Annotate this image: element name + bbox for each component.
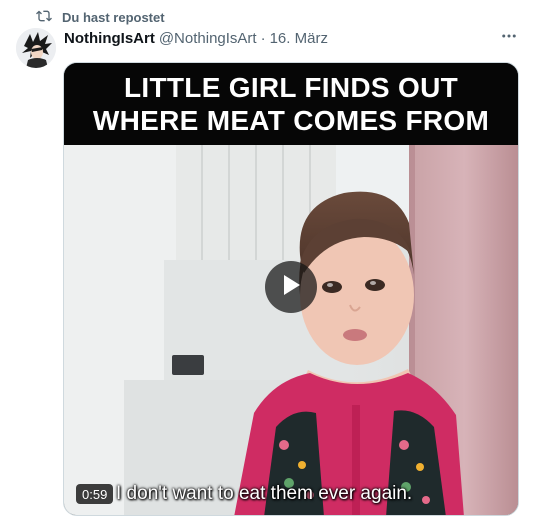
video-frame <box>64 145 518 515</box>
video-subtitle: I don't want to eat them ever again. <box>116 483 413 504</box>
separator-dot: · <box>260 29 266 47</box>
video-title-line-1: LITTLE GIRL FINDS OUT <box>124 72 458 103</box>
play-icon <box>280 273 302 302</box>
author-display-name[interactable]: NothingIsArt <box>64 30 155 47</box>
avatar[interactable] <box>16 28 56 68</box>
repost-indicator[interactable]: Du hast repostet <box>36 7 165 27</box>
tweet-header: NothingIsArt @NothingIsArt · 16. März <box>64 28 328 48</box>
video-title-band: LITTLE GIRL FINDS OUT WHERE MEAT COMES F… <box>64 63 518 145</box>
repost-label: Du hast repostet <box>62 9 165 25</box>
video-duration-badge: 0:59 <box>76 484 114 504</box>
more-options-button[interactable] <box>499 28 519 48</box>
play-button[interactable] <box>265 261 317 313</box>
tweet-date[interactable]: 16. März <box>270 30 328 47</box>
video-player[interactable]: LITTLE GIRL FINDS OUT WHERE MEAT COMES F… <box>63 62 519 516</box>
video-title-line-2: WHERE MEAT COMES FROM <box>92 105 490 136</box>
author-handle[interactable]: @NothingIsArt <box>159 30 257 47</box>
repost-icon <box>36 8 52 27</box>
more-icon <box>500 27 518 50</box>
